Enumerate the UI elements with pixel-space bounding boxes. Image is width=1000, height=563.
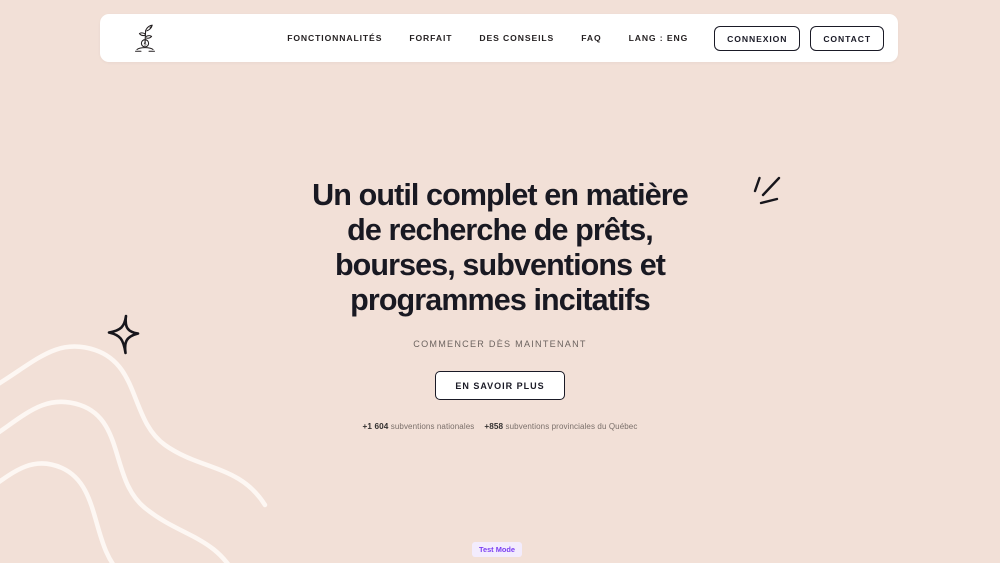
test-mode-badge[interactable]: Test Mode bbox=[472, 542, 522, 557]
main-navigation: FONCTIONNALITÉS FORFAIT DES CONSEILS FAQ… bbox=[287, 33, 688, 43]
learn-more-button[interactable]: EN SAVOIR PLUS bbox=[435, 371, 565, 400]
background-wave-decoration bbox=[0, 344, 268, 563]
nav-link-des-conseils[interactable]: DES CONSEILS bbox=[479, 33, 554, 43]
four-point-star-icon bbox=[107, 314, 140, 355]
stats-row: +1 604 subventions nationales +858 subve… bbox=[363, 422, 638, 431]
emphasis-strokes-icon bbox=[753, 176, 781, 205]
login-button[interactable]: CONNEXION bbox=[714, 25, 801, 51]
sprout-coin-logo-icon: S bbox=[135, 24, 155, 52]
stat-provincial: +858 subventions provinciales du Québec bbox=[484, 422, 637, 431]
nav-link-faq[interactable]: FAQ bbox=[581, 33, 601, 43]
page-title: Un outil complet en matière de recherche… bbox=[240, 176, 781, 318]
headline-line-3: bourses, subventions et bbox=[334, 248, 666, 282]
stat-provincial-number: +858 bbox=[484, 422, 504, 431]
nav-link-forfait[interactable]: FORFAIT bbox=[409, 33, 452, 43]
svg-text:S: S bbox=[143, 41, 146, 46]
logo[interactable]: S bbox=[114, 22, 176, 54]
headline-line-1: Un outil complet en matière bbox=[312, 178, 689, 212]
stat-national-label: subventions nationales bbox=[390, 422, 475, 431]
contact-button[interactable]: CONTACT bbox=[810, 25, 884, 51]
nav-link-lang[interactable]: LANG : ENG bbox=[629, 33, 689, 43]
stat-provincial-label: subventions provinciales du Québec bbox=[505, 422, 638, 431]
hero-section: Un outil complet en matière de recherche… bbox=[0, 0, 1000, 563]
nav-link-fonctionnalites[interactable]: FONCTIONNALITÉS bbox=[287, 33, 382, 43]
header-actions: CONNEXION CONTACT bbox=[714, 25, 884, 51]
headline-line-4: programmes incitatifs bbox=[350, 283, 651, 317]
headline-line-2: de recherche de prêts, bbox=[347, 213, 654, 247]
stat-national: +1 604 subventions nationales bbox=[363, 422, 475, 431]
hero-subtitle: COMMENCER DÈS MAINTENANT bbox=[413, 339, 587, 349]
site-header: S FONCTIONNALITÉS FORFAIT DES CONSEILS F… bbox=[100, 14, 898, 62]
stat-national-number: +1 604 bbox=[362, 422, 389, 431]
